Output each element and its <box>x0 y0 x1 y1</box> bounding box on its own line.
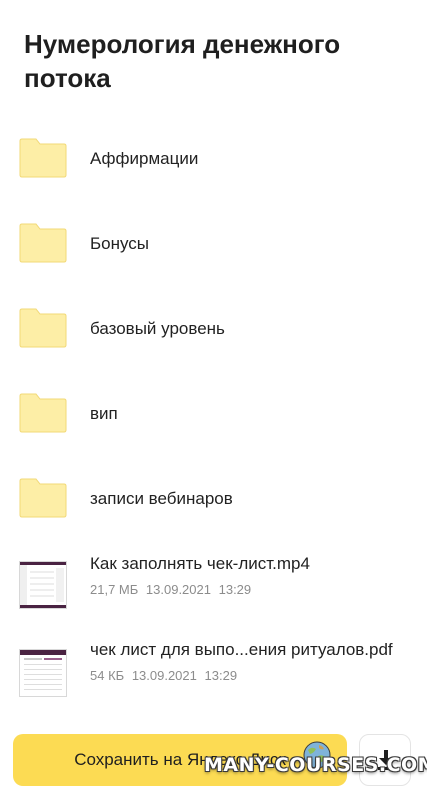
list-item-file[interactable]: чек лист для выпо...ения ритуалов.pdf 54… <box>0 625 427 710</box>
list-item-folder[interactable]: базовый уровень <box>0 285 427 370</box>
list-item-folder[interactable]: Бонусы <box>0 200 427 285</box>
list-item-folder[interactable]: записи вебинаров <box>0 455 427 540</box>
file-list-screen: Нумерология денежного потока Аффирмации … <box>0 0 427 800</box>
item-name: Бонусы <box>90 234 150 253</box>
item-name: Аффирмации <box>90 149 199 168</box>
folder-icon <box>19 223 67 263</box>
item-name: вип <box>90 404 118 423</box>
file-date: 13.09.2021 <box>145 582 211 597</box>
item-name: чек лист для выпо...ения ритуалов.pdf <box>90 640 393 659</box>
download-icon <box>378 750 394 770</box>
list-item-file[interactable]: Как заполнять чек-лист.mp4 21,7 МБ 13.09… <box>0 540 427 625</box>
file-size: 21,7 МБ <box>90 582 139 597</box>
item-meta: 21,7 МБ 13.09.2021 13:29 <box>90 582 255 597</box>
item-name: записи вебинаров <box>90 489 233 508</box>
list-item-folder[interactable]: Аффирмации <box>0 115 427 200</box>
item-name: Как заполнять чек-лист.mp4 <box>90 554 310 573</box>
file-time: 13:29 <box>218 582 252 597</box>
file-time: 13:29 <box>204 668 238 683</box>
item-name: базовый уровень <box>90 319 225 338</box>
folder-icon <box>19 478 67 518</box>
video-thumbnail-icon <box>19 561 67 609</box>
folder-icon <box>19 308 67 348</box>
bottom-action-bar: Сохранить на Яндекс.Диск <box>0 722 427 800</box>
list-item-folder[interactable]: вип <box>0 370 427 455</box>
save-to-yandex-disk-button[interactable]: Сохранить на Яндекс.Диск <box>13 734 347 786</box>
folder-icon <box>19 138 67 178</box>
file-date: 13.09.2021 <box>131 668 197 683</box>
download-button[interactable] <box>359 734 411 786</box>
item-meta: 54 КБ 13.09.2021 13:29 <box>90 668 241 683</box>
folder-icon <box>19 393 67 433</box>
file-size: 54 КБ <box>90 668 125 683</box>
page-title: Нумерология денежного потока <box>24 29 341 93</box>
pdf-thumbnail-icon <box>19 649 67 697</box>
